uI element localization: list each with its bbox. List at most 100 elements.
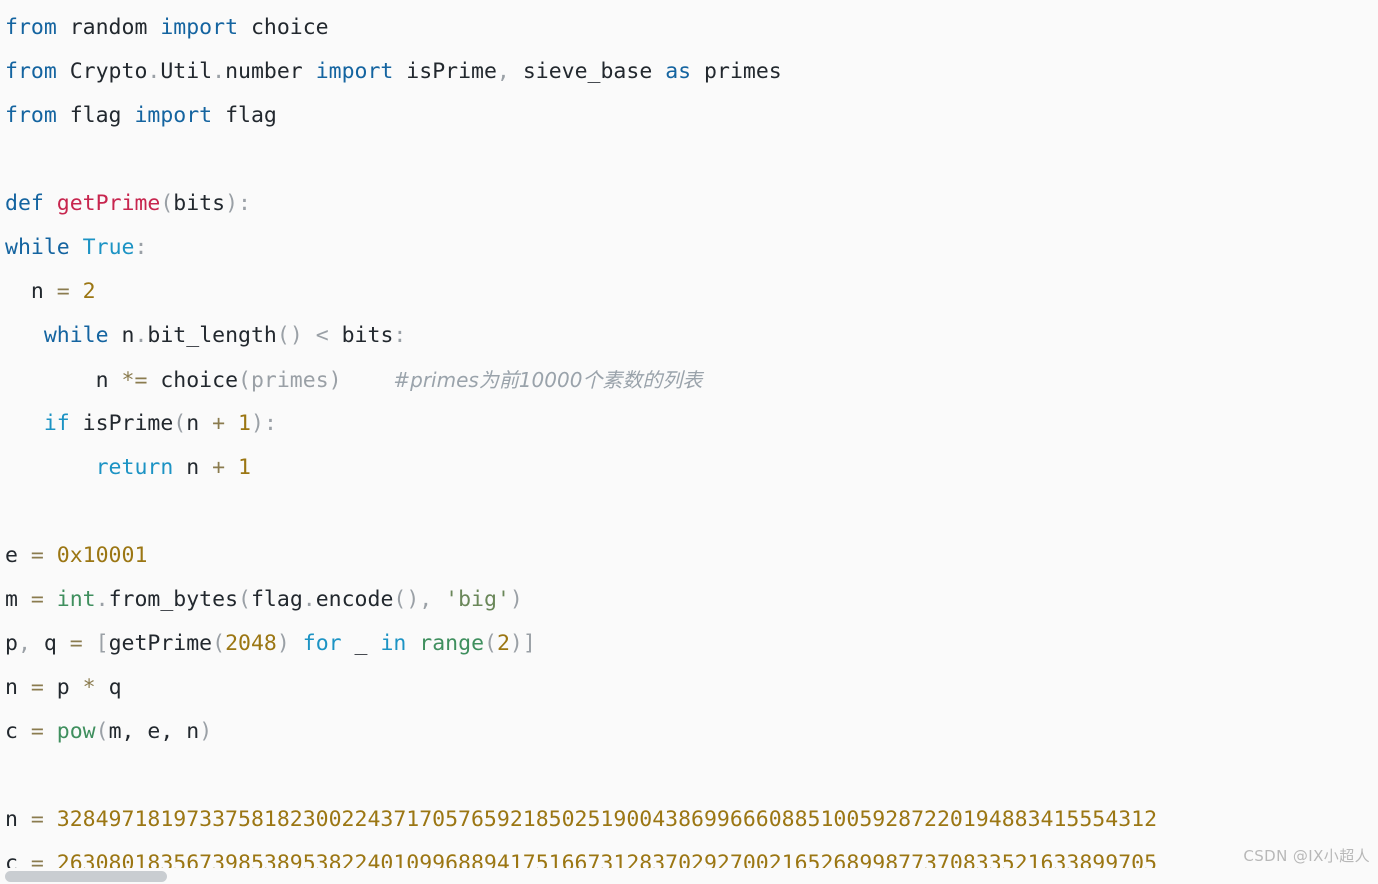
module-name-crypto: Crypto	[56, 59, 148, 84]
literal-true: True	[69, 235, 135, 260]
variable-n: n	[186, 411, 213, 436]
code-line-1: from random import choice	[0, 6, 1378, 50]
keyword-as: as	[665, 59, 692, 84]
number-1: 1	[238, 455, 251, 480]
param-bits: bits	[173, 191, 226, 216]
code-line-16: n = p * q	[0, 666, 1378, 710]
variable-m: m	[5, 587, 31, 612]
imported-name-flag: flag	[212, 103, 277, 128]
code-editor-viewport[interactable]: from random import choice from Crypto.Ut…	[0, 0, 1378, 884]
code-line-17: c = pow(m, e, n)	[0, 710, 1378, 754]
assign-operator: =	[30, 719, 57, 744]
number-2048: 2048	[225, 631, 277, 656]
code-line-blank-18	[0, 754, 1378, 798]
code-line-2: from Crypto.Util.number import isPrime, …	[0, 50, 1378, 94]
variable-n: n	[95, 368, 122, 393]
left-paren: (	[238, 368, 251, 393]
multiply-operator: *	[82, 675, 109, 700]
left-paren: (	[160, 191, 174, 216]
colon: :	[134, 235, 148, 260]
dot-separator: .	[302, 587, 316, 612]
assign-operator: =	[69, 631, 96, 656]
keyword-while: while	[43, 323, 109, 348]
assign-operator: =	[56, 279, 83, 304]
variable-p: p	[5, 631, 18, 656]
variable-q: q	[43, 631, 70, 656]
code-line-blank-4	[0, 138, 1378, 182]
dot-separator: .	[147, 59, 161, 84]
horizontal-scrollbar[interactable]	[0, 868, 1378, 884]
code-line-5: def getPrime(bits):	[0, 182, 1378, 226]
keyword-def: def	[5, 191, 44, 216]
keyword-if: if	[43, 411, 70, 436]
code-line-3: from flag import flag	[0, 94, 1378, 138]
code-line-19: n = 328497181973375818230022437170576592…	[0, 798, 1378, 842]
right-paren: )	[328, 368, 342, 393]
variable-n: n	[30, 279, 57, 304]
dot-separator: .	[134, 323, 148, 348]
number-2: 2	[496, 631, 510, 656]
module-name-flag: flag	[56, 103, 135, 128]
right-paren: )	[509, 587, 523, 612]
variable-n: n	[173, 455, 213, 480]
code-line-7: n = 2	[0, 270, 1378, 314]
keyword-return: return	[95, 455, 174, 480]
right-paren: )	[225, 191, 239, 216]
imported-name-isprime: isPrime	[393, 59, 497, 84]
assign-operator: =	[30, 807, 57, 832]
left-paren: (	[238, 587, 251, 612]
imported-name: choice	[238, 15, 329, 40]
code-line-14: m = int.from_bytes(flag.encode(), 'big')	[0, 578, 1378, 622]
left-paren: (	[173, 411, 187, 436]
colon: :	[263, 411, 277, 436]
builtin-pow: pow	[56, 719, 96, 744]
variable-n: n	[5, 675, 31, 700]
right-paren: )	[509, 631, 523, 656]
call-isprime: isPrime	[69, 411, 174, 436]
method-encode: encode	[315, 587, 394, 612]
call-parens: ()	[276, 323, 303, 348]
number-hex-10001: 0x10001	[56, 543, 148, 568]
left-paren: (	[484, 631, 497, 656]
keyword-from: from	[5, 59, 57, 84]
call-choice: choice	[160, 368, 239, 393]
pow-arguments: m, e, n	[108, 719, 200, 744]
plus-operator: +	[212, 455, 239, 480]
right-paren: )	[250, 411, 264, 436]
less-than-operator: <	[302, 323, 342, 348]
horizontal-scroll-thumb[interactable]	[5, 871, 167, 882]
left-bracket: [	[95, 631, 109, 656]
arg-primes: primes	[250, 368, 329, 393]
right-paren: )	[276, 631, 303, 656]
code-line-10: if isPrime(n + 1):	[0, 402, 1378, 446]
left-paren: (	[95, 719, 109, 744]
variable-e: e	[5, 543, 31, 568]
module-name-number: number	[225, 59, 316, 84]
call-parens: ()	[393, 587, 420, 612]
code-line-9: n *= choice(primes) #primes为前10000个素数的列表	[0, 358, 1378, 402]
code-line-6: while True:	[0, 226, 1378, 270]
colon: :	[393, 323, 407, 348]
call-getprime: getPrime	[108, 631, 213, 656]
variable-c: c	[5, 719, 31, 744]
code-line-13: e = 0x10001	[0, 534, 1378, 578]
param-bits: bits	[341, 323, 394, 348]
variable-n: n	[5, 807, 31, 832]
dot-separator: .	[212, 59, 226, 84]
builtin-int: int	[56, 587, 96, 612]
number-2: 2	[82, 279, 96, 304]
comma: ,	[496, 59, 510, 84]
right-bracket: ]	[522, 631, 536, 656]
string-big: 'big'	[445, 587, 510, 612]
variable-n: n	[108, 323, 135, 348]
comma: ,	[419, 587, 446, 612]
assign-operator: =	[30, 587, 57, 612]
code-line-11: return n + 1	[0, 446, 1378, 490]
keyword-import: import	[160, 15, 239, 40]
